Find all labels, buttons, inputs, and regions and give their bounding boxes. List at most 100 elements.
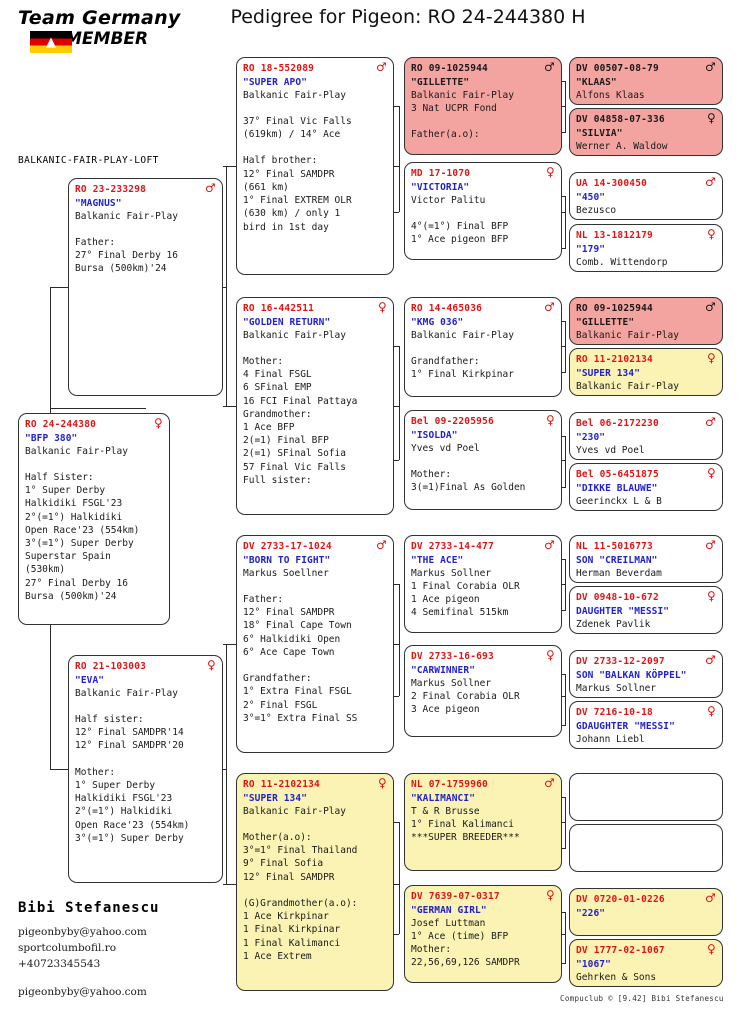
pigeon-detail-line: 4 Final FSGL (243, 369, 312, 381)
pigeon-name: "THE ACE" (411, 554, 464, 566)
pigeon-detail-line: Half Sister: (25, 471, 94, 483)
pigeon-detail-line (243, 102, 387, 115)
gen4-box-10[interactable]: DV 2733-12-2097 ♂ SON "BALKAN KÖPPEL" Marku… (569, 650, 723, 698)
pigeon-detail-line: Bursa (500km)'24 (75, 263, 167, 275)
female-icon: ♀ (378, 776, 387, 790)
pigeon-name: "1067" (576, 958, 611, 970)
female-icon: ♀ (707, 942, 716, 956)
pigeon-id: DV 2733-14-477 ♂ (411, 538, 555, 553)
connector-v (399, 346, 400, 460)
gen4-box-6[interactable]: Bel 06-2172230 ♂ "230" Yves vd Poel (569, 412, 723, 460)
gen3-box-5[interactable]: DV 2733-16-693 ♀ "CARWINNER" Markus Sollner… (404, 645, 562, 737)
owner-website[interactable]: sportcolumbofil.ro (18, 940, 238, 956)
owner-email-secondary[interactable]: pigeonbyby@yahoo.com (18, 984, 238, 1000)
gen4-box-11[interactable]: DV 7216-10-18 ♀ GDAUGHTER "MESSI" Johann Li… (569, 701, 723, 749)
pigeon-id: RO 24-244380 ♀ (25, 416, 163, 431)
male-icon: ♂ (705, 891, 716, 905)
pigeon-detail-line: Father(a.o): (411, 129, 480, 141)
pigeon-breeder: Balkanic Fair-Play (75, 687, 178, 699)
gen2-box-0[interactable]: RO 18-552089 ♂ "SUPER APO" Balkanic Fair-Pl… (236, 57, 394, 275)
gen4-box-14[interactable]: DV 0720-01-0226 ♂ "226" (569, 888, 723, 936)
pigeon-name: "179" (576, 243, 606, 255)
pigeon-detail-line: Grandfather: (411, 355, 480, 367)
gen3-box-1[interactable]: MD 17-1070 ♀ "VICTORIA" Victor Palitu 4°(=1… (404, 162, 562, 260)
pigeon-detail-line (75, 753, 216, 766)
pigeon-detail-line (411, 342, 555, 355)
gen4-box-0[interactable]: DV 00507-08-79 ♂ "KLAAS" Alfons Klaas (569, 57, 723, 105)
pigeon-breeder: Yves vd Poel (411, 442, 480, 454)
gen4-box-4[interactable]: RO 09-1025944 ♂ "GILLETTE" Balkanic Fair-Pl… (569, 297, 723, 345)
male-icon: ♂ (544, 60, 555, 74)
pigeon-id: RO 09-1025944 ♂ (576, 300, 716, 315)
pigeon-detail-line: 12° Final SAMDPR (243, 607, 335, 619)
gen4-box-7[interactable]: Bel 05-6451875 ♀ "DIKKE BLAUWE" Geerinckx L… (569, 463, 723, 511)
pigeon-detail-line: (G)Grandmother(a.o): (243, 897, 358, 909)
gen3-box-6[interactable]: NL 07-1759960 ♂ "KALIMANCI" T & R Brusse 1° … (404, 773, 562, 871)
female-icon: ♀ (378, 300, 387, 314)
pigeon-name: "450" (576, 191, 606, 203)
pigeon-name: "DIKKE BLAUWE" (576, 482, 658, 494)
pigeon-id: NL 07-1759960 ♂ (411, 776, 555, 791)
connector-v (565, 674, 566, 725)
gen3-box-3[interactable]: Bel 09-2205956 ♀ "ISOLDA" Yves vd Poel Moth… (404, 410, 562, 510)
pigeon-detail-line: 2°(=1°) Halkidiki (75, 806, 173, 818)
gen1-box-1[interactable]: RO 21-103003 ♀ "EVA" Balkanic Fair-Play Hal… (68, 655, 223, 883)
gen4-box-1[interactable]: DV 04858-07-336 ♀ "SILVIA" Werner A. Waldow (569, 108, 723, 156)
connector-h (562, 487, 566, 488)
pigeon-detail-line: 6° Ace Cape Town (243, 646, 335, 658)
pigeon-detail-line: 37° Final Vic Falls (243, 115, 352, 127)
subject-box-0[interactable]: RO 24-244380 ♀ "BFP 380" Balkanic Fair-Play… (18, 413, 170, 625)
pigeon-detail-line: Halkidiki FSGL'23 (75, 793, 173, 805)
pigeon-detail-line: Open Race'23 (554km) (75, 819, 190, 831)
connector-h (562, 460, 566, 461)
gen3-box-7[interactable]: DV 7639-07-0317 ♀ "GERMAN GIRL" Josef Luttm… (404, 885, 562, 983)
male-icon: ♂ (376, 60, 387, 74)
connector-h (223, 166, 236, 167)
connector-h (562, 912, 566, 913)
gen4-box-12[interactable] (569, 773, 723, 821)
gen1-box-0[interactable]: RO 23-233298 ♂ "MAGNUS" Balkanic Fair-Play … (68, 178, 223, 396)
pigeon-breeder: Markus Soellner (243, 567, 329, 579)
pigeon-detail-line: 1° Extra Final FSGL (243, 686, 352, 698)
pigeon-id: DV 00507-08-79 ♂ (576, 60, 716, 75)
gen4-box-3[interactable]: NL 13-1812179 ♀ "179" Comb. Wittendorp (569, 224, 723, 272)
pigeon-breeder: Werner A. Waldow (576, 140, 668, 152)
male-icon: ♂ (705, 653, 716, 667)
pigeon-breeder: Herman Beverdam (576, 567, 662, 579)
gen4-box-5[interactable]: RO 11-2102134 ♀ "SUPER 134" Balkanic Fair-P… (569, 348, 723, 396)
gen2-box-2[interactable]: DV 2733-17-1024 ♂ "BORN TO FIGHT" Markus So… (236, 535, 394, 753)
pigeon-id: NL 11-5016773 ♂ (576, 538, 716, 553)
connector-h (562, 584, 566, 585)
pigeon-detail-line: 6° Halkidiki Open (243, 633, 341, 645)
male-icon: ♂ (376, 538, 387, 552)
pigeon-detail-line: 22,56,69,126 SAMDPR (411, 957, 520, 969)
gen4-box-2[interactable]: UA 14-300450 ♂ "450" Bezusco (569, 172, 723, 220)
gen3-box-4[interactable]: DV 2733-14-477 ♂ "THE ACE" Markus Sollner 1 … (404, 535, 562, 633)
pigeon-id: UA 14-300450 ♂ (576, 175, 716, 190)
gen2-box-1[interactable]: RO 16-442511 ♀ "GOLDEN RETURN" Balkanic Fai… (236, 297, 394, 515)
pigeon-name: "226" (576, 907, 606, 919)
pigeon-name: "BFP 380" (25, 432, 78, 444)
pigeon-breeder: Zdenek Pavlik (576, 618, 651, 630)
gen4-box-13[interactable] (569, 824, 723, 872)
pigeon-name: SON "BALKAN KÖPPEL" (576, 669, 687, 681)
gen4-box-9[interactable]: DV 0948-10-672 ♀ DAUGHTER "MESSI" Zdenek Pa… (569, 586, 723, 634)
owner-email[interactable]: pigeonbyby@yahoo.com (18, 924, 238, 940)
connector-h (394, 934, 399, 935)
pigeon-breeder: Balkanic Fair-Play (576, 380, 679, 392)
pigeon-breeder: Markus Sollner (576, 682, 657, 694)
pigeon-breeder: Yves vd Poel (576, 444, 645, 456)
gen3-box-0[interactable]: RO 09-1025944 ♂ "GILLETTE" Balkanic Fair-Pl… (404, 57, 562, 155)
pigeon-detail-line: 12° Final SAMDPR'14 (75, 727, 184, 739)
gen4-box-8[interactable]: NL 11-5016773 ♂ SON "CREILMAN" Herman Bever… (569, 535, 723, 583)
pigeon-breeder: T & R Brusse (411, 805, 480, 817)
pigeon-detail-line: 18° Final Cape Town (243, 620, 352, 632)
gen2-box-3[interactable]: RO 11-2102134 ♀ "SUPER 134" Balkanic Fair-P… (236, 773, 394, 991)
connector-h (562, 436, 566, 437)
eagle-icon: ▲ (45, 32, 57, 52)
pigeon-detail-line: (619km) / 14° Ace (243, 129, 341, 141)
pigeon-breeder: Balkanic Fair-Play (243, 805, 346, 817)
gen3-box-2[interactable]: RO 14-465036 ♂ "KMG 036" Balkanic Fair-Play… (404, 297, 562, 397)
gen4-box-15[interactable]: DV 1777-02-1067 ♀ "1067" Gehrken & Sons (569, 939, 723, 987)
pigeon-detail-line (411, 207, 555, 220)
